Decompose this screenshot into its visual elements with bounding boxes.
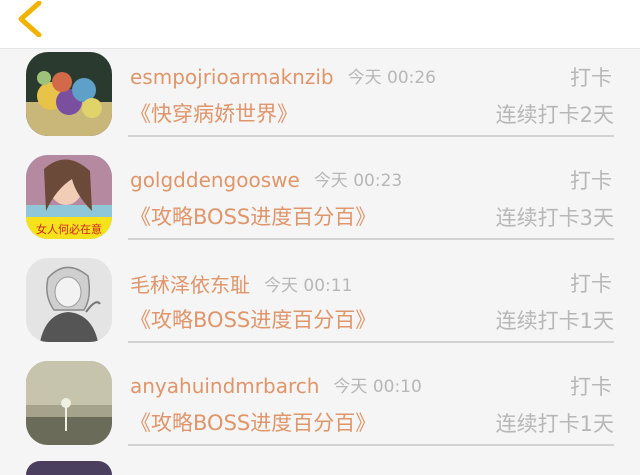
username[interactable]: esmpojrioarmaknzib 今天 00:26 [130, 63, 436, 89]
avatar[interactable] [26, 258, 112, 342]
checkin-label: 打卡 [570, 375, 612, 399]
username-text[interactable]: golgddengooswe [130, 168, 300, 192]
timestamp: 今天 00:26 [347, 68, 436, 88]
username-text[interactable]: anyahuindmrbarch [130, 374, 319, 398]
svg-text:女人何必在意: 女人何必在意 [36, 222, 102, 236]
list-item[interactable]: 毛秫泽依东耻 今天 00:11 打卡 《攻略BOSS进度百分百》 连续打卡1天 [0, 255, 640, 358]
streak-label: 连续打卡1天 [495, 309, 614, 333]
username-text[interactable]: esmpojrioarmaknzib [130, 65, 334, 89]
book-title[interactable]: 《攻略BOSS进度百分百》 [130, 407, 376, 437]
streak-label: 连续打卡1天 [495, 412, 614, 436]
list-item[interactable]: esmpojrioarmaknzib 今天 00:26 打卡 《快穿病娇世界》 连… [0, 49, 640, 152]
divider [128, 238, 614, 240]
book-title[interactable]: 《攻略BOSS进度百分百》 [130, 201, 376, 231]
avatar[interactable] [26, 361, 112, 445]
streak-label: 连续打卡2天 [495, 103, 614, 127]
checkin-list: esmpojrioarmaknzib 今天 00:26 打卡 《快穿病娇世界》 连… [0, 49, 640, 461]
divider [128, 444, 614, 446]
list-item[interactable]: anyahuindmrbarch 今天 00:10 打卡 《攻略BOSS进度百分百… [0, 358, 640, 461]
username[interactable]: 毛秫泽依东耻 今天 00:11 [130, 269, 352, 298]
avatar[interactable] [26, 52, 112, 136]
timestamp: 今天 00:10 [333, 377, 422, 397]
checkin-label: 打卡 [570, 66, 612, 90]
list-item[interactable]: 女人何必在意 golgddengooswe 今天 00:23 打卡 《攻略BOSS… [0, 152, 640, 255]
username[interactable]: anyahuindmrbarch 今天 00:10 [130, 372, 422, 398]
divider [128, 341, 614, 343]
back-button[interactable] [8, 0, 52, 38]
timestamp: 今天 00:11 [264, 276, 353, 296]
avatar[interactable]: 女人何必在意 [26, 155, 112, 239]
checkin-label: 打卡 [570, 272, 612, 296]
divider [128, 135, 614, 137]
avatar[interactable] [26, 461, 112, 475]
book-title[interactable]: 《快穿病娇世界》 [130, 98, 298, 128]
username[interactable]: golgddengooswe 今天 00:23 [130, 166, 402, 192]
checkin-label: 打卡 [570, 169, 612, 193]
book-title[interactable]: 《攻略BOSS进度百分百》 [130, 304, 376, 334]
username-text[interactable]: 毛秫泽依东耻 [130, 273, 250, 297]
chevron-left-icon [18, 1, 42, 37]
timestamp: 今天 00:23 [313, 171, 403, 191]
streak-label: 连续打卡3天 [495, 206, 614, 230]
top-bar [0, 0, 640, 49]
